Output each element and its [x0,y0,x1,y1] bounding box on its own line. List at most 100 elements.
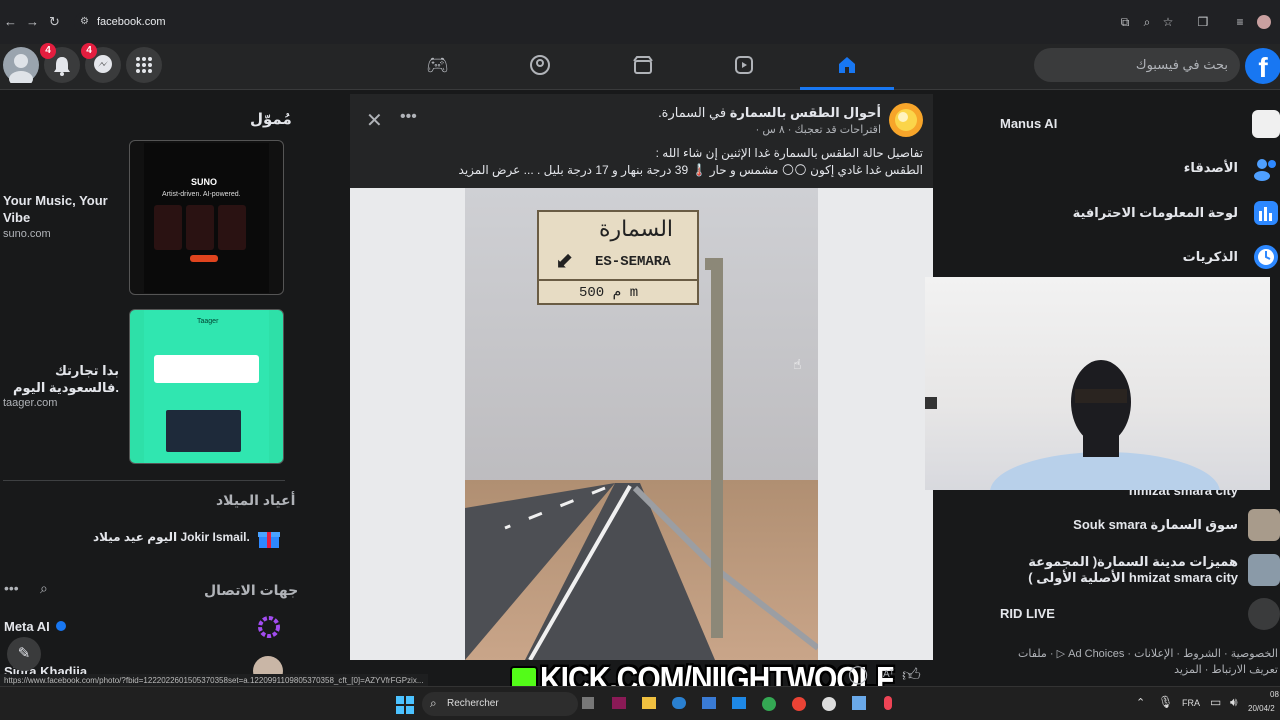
contacts-more-icon[interactable]: ••• [4,580,19,596]
road-sign: السمارة ES-SEMARA ⬋ م 500 m [537,210,699,305]
taskbar-search-label: Rechercher [447,698,499,709]
location-text[interactable]: في السمارة. [658,105,726,120]
group-hmizat-original[interactable]: هميزات مدينة السمارة( المجموعة الأصلية ا… [1008,554,1238,586]
meta-ai-icon [258,616,280,638]
compose-icon: ✎ [17,645,31,662]
gaming-tab-icon[interactable]: 🎮︎ [426,54,449,76]
post-photo[interactable]: السمارة ES-SEMARA ⬋ م 500 m ☝ [350,188,933,660]
memories-clock-icon [1254,245,1278,269]
install-icon[interactable]: ⧉ [1118,15,1132,29]
tray-mic-icon[interactable]: 🎙︎ [1158,695,1173,709]
groups-tab-icon[interactable] [529,54,551,76]
suno-ad-image[interactable]: SUNO Artist-driven. AI-powered. [129,140,284,295]
clock-date[interactable]: 20/04/2 [1248,704,1275,713]
reload-icon[interactable]: ↻ [49,14,60,30]
birthday-text[interactable]: اليوم عيد ميلاد Jokir Ismail. [93,530,250,544]
app-icon[interactable] [852,696,866,710]
page-name-text[interactable]: أحوال الطقس بالسمارة [730,105,881,120]
dashboard-icon [1254,201,1278,225]
edge-icon[interactable] [672,697,686,709]
volume-icon[interactable]: 🔊︎ [1230,695,1238,710]
suno-brand: SUNO [191,177,218,187]
user-silhouette-icon [9,54,33,87]
notifications-badge: 4 [40,43,56,59]
zoom-icon[interactable]: ⌕ [1140,15,1154,29]
tray-chevron-icon[interactable]: ⌃ [1136,696,1145,709]
marketplace-tab-icon[interactable] [632,54,654,76]
more-options-icon[interactable]: ••• [400,108,417,126]
facebook-logo-icon[interactable]: f [1245,48,1280,84]
bookmark-star-icon[interactable]: ☆ [1161,15,1175,29]
facebook-header: 4 4 🎮︎ بحث في فيسبوك f [0,43,1280,90]
address-bar[interactable]: ⚙ facebook.com [74,12,1194,34]
network-icon[interactable]: ▭ [1210,695,1221,709]
site-info-icon[interactable]: ⚙ [80,16,89,27]
taager-panel [154,355,259,383]
taskbar-search[interactable]: ⌕ Rechercher [422,692,578,716]
task-view-icon[interactable] [582,697,594,709]
url-text[interactable]: facebook.com [97,16,165,28]
group-avatar[interactable] [1248,554,1280,586]
taager-ad-image[interactable]: Taager [129,309,284,464]
group-avatar[interactable] [1248,509,1280,541]
forward-icon[interactable]: → [26,14,39,29]
right-item-dashboard[interactable]: لوحة المعلومات الاحترافية [1073,205,1238,221]
post-page-name[interactable]: أحوال الطقس بالسمارة في السمارة. [658,105,881,121]
new-message-button[interactable]: ✎ [7,637,41,671]
ad1-title[interactable]: Your Music, Your Vibe [3,192,113,226]
obs-icon[interactable] [822,697,836,711]
sun-icon [895,109,917,131]
friends-icon [1254,159,1276,181]
explorer-icon[interactable] [642,697,656,709]
ad2-title[interactable]: بدا تجارتك فالسعودية اليوم. [3,362,119,396]
right-item-friends[interactable]: الأصدقاء [1184,160,1238,176]
right-item-memories[interactable]: الذكريات [1183,249,1238,265]
footer-links[interactable]: الخصوصية · الشروط · الإعلانات · Ad Choic… [998,646,1278,678]
mail-icon[interactable] [702,697,716,709]
comment-icon[interactable]: ◯ [848,664,868,685]
search-placeholder: بحث في فيسبوك [1135,57,1228,72]
post-dialog: أحوال الطقس بالسمارة في السمارة. اقتراحا… [350,94,933,660]
post-text-line1: تفاصيل حالة الطقس بالسمارة غدا الإثنين إ… [655,146,923,160]
store-icon[interactable] [732,697,746,709]
post-text-line2: الطقس غدا غادي إكون 🌕🌕 مشمس و حار 🌡️ 39 … [458,163,923,177]
verified-icon [56,621,66,631]
contact-meta-ai[interactable]: Meta AI [4,619,50,634]
tab-search-icon[interactable]: ≡ [1233,15,1247,29]
profile-avatar-icon[interactable] [1257,15,1271,29]
sign-distance: م 500 m [579,285,639,301]
right-item-manus[interactable]: Manus AI [1000,116,1057,131]
divider [3,480,285,481]
translate-icon[interactable]: Aᵀ [883,669,894,680]
plan-card-2 [186,205,214,250]
sign-arrow-icon: ⬋ [555,248,574,273]
app-icon[interactable] [612,697,626,709]
chrome-icon[interactable] [762,697,776,711]
search-input[interactable]: بحث في فيسبوك [1034,48,1240,82]
home-tab-icon[interactable] [836,54,858,76]
clock-time[interactable]: 08 [1270,690,1279,699]
messenger-badge: 4 [81,43,97,59]
extensions-icon[interactable]: ❒ [1196,15,1210,29]
account-avatar[interactable] [3,47,39,87]
group-rid-live[interactable]: RID LIVE [1000,606,1055,621]
gift-icon [258,532,280,548]
contacts-search-icon[interactable]: ⌕ [40,580,48,597]
mouse-cursor-icon: ☝ [793,356,802,372]
group-avatar[interactable] [1248,598,1280,630]
close-icon[interactable]: ✕ [366,108,383,133]
microphone-icon[interactable] [884,696,892,710]
keyboard-language[interactable]: FRA [1182,698,1200,708]
chrome-icon[interactable] [792,697,806,711]
menu-button[interactable] [126,47,162,83]
windows-start-icon[interactable] [396,696,414,714]
group-souk-smara[interactable]: Souk smara سوق السمارة [1073,517,1238,533]
page-avatar[interactable] [889,103,923,137]
sponsored-heading: مُموّل [250,111,292,128]
video-tab-icon[interactable] [733,54,755,76]
ad2-domain: taager.com [3,397,58,409]
back-icon[interactable]: ← [4,14,17,29]
like-icon[interactable]: 👍︎ [902,664,921,686]
taager-laptop [166,410,241,452]
grid-menu-icon [136,57,152,73]
